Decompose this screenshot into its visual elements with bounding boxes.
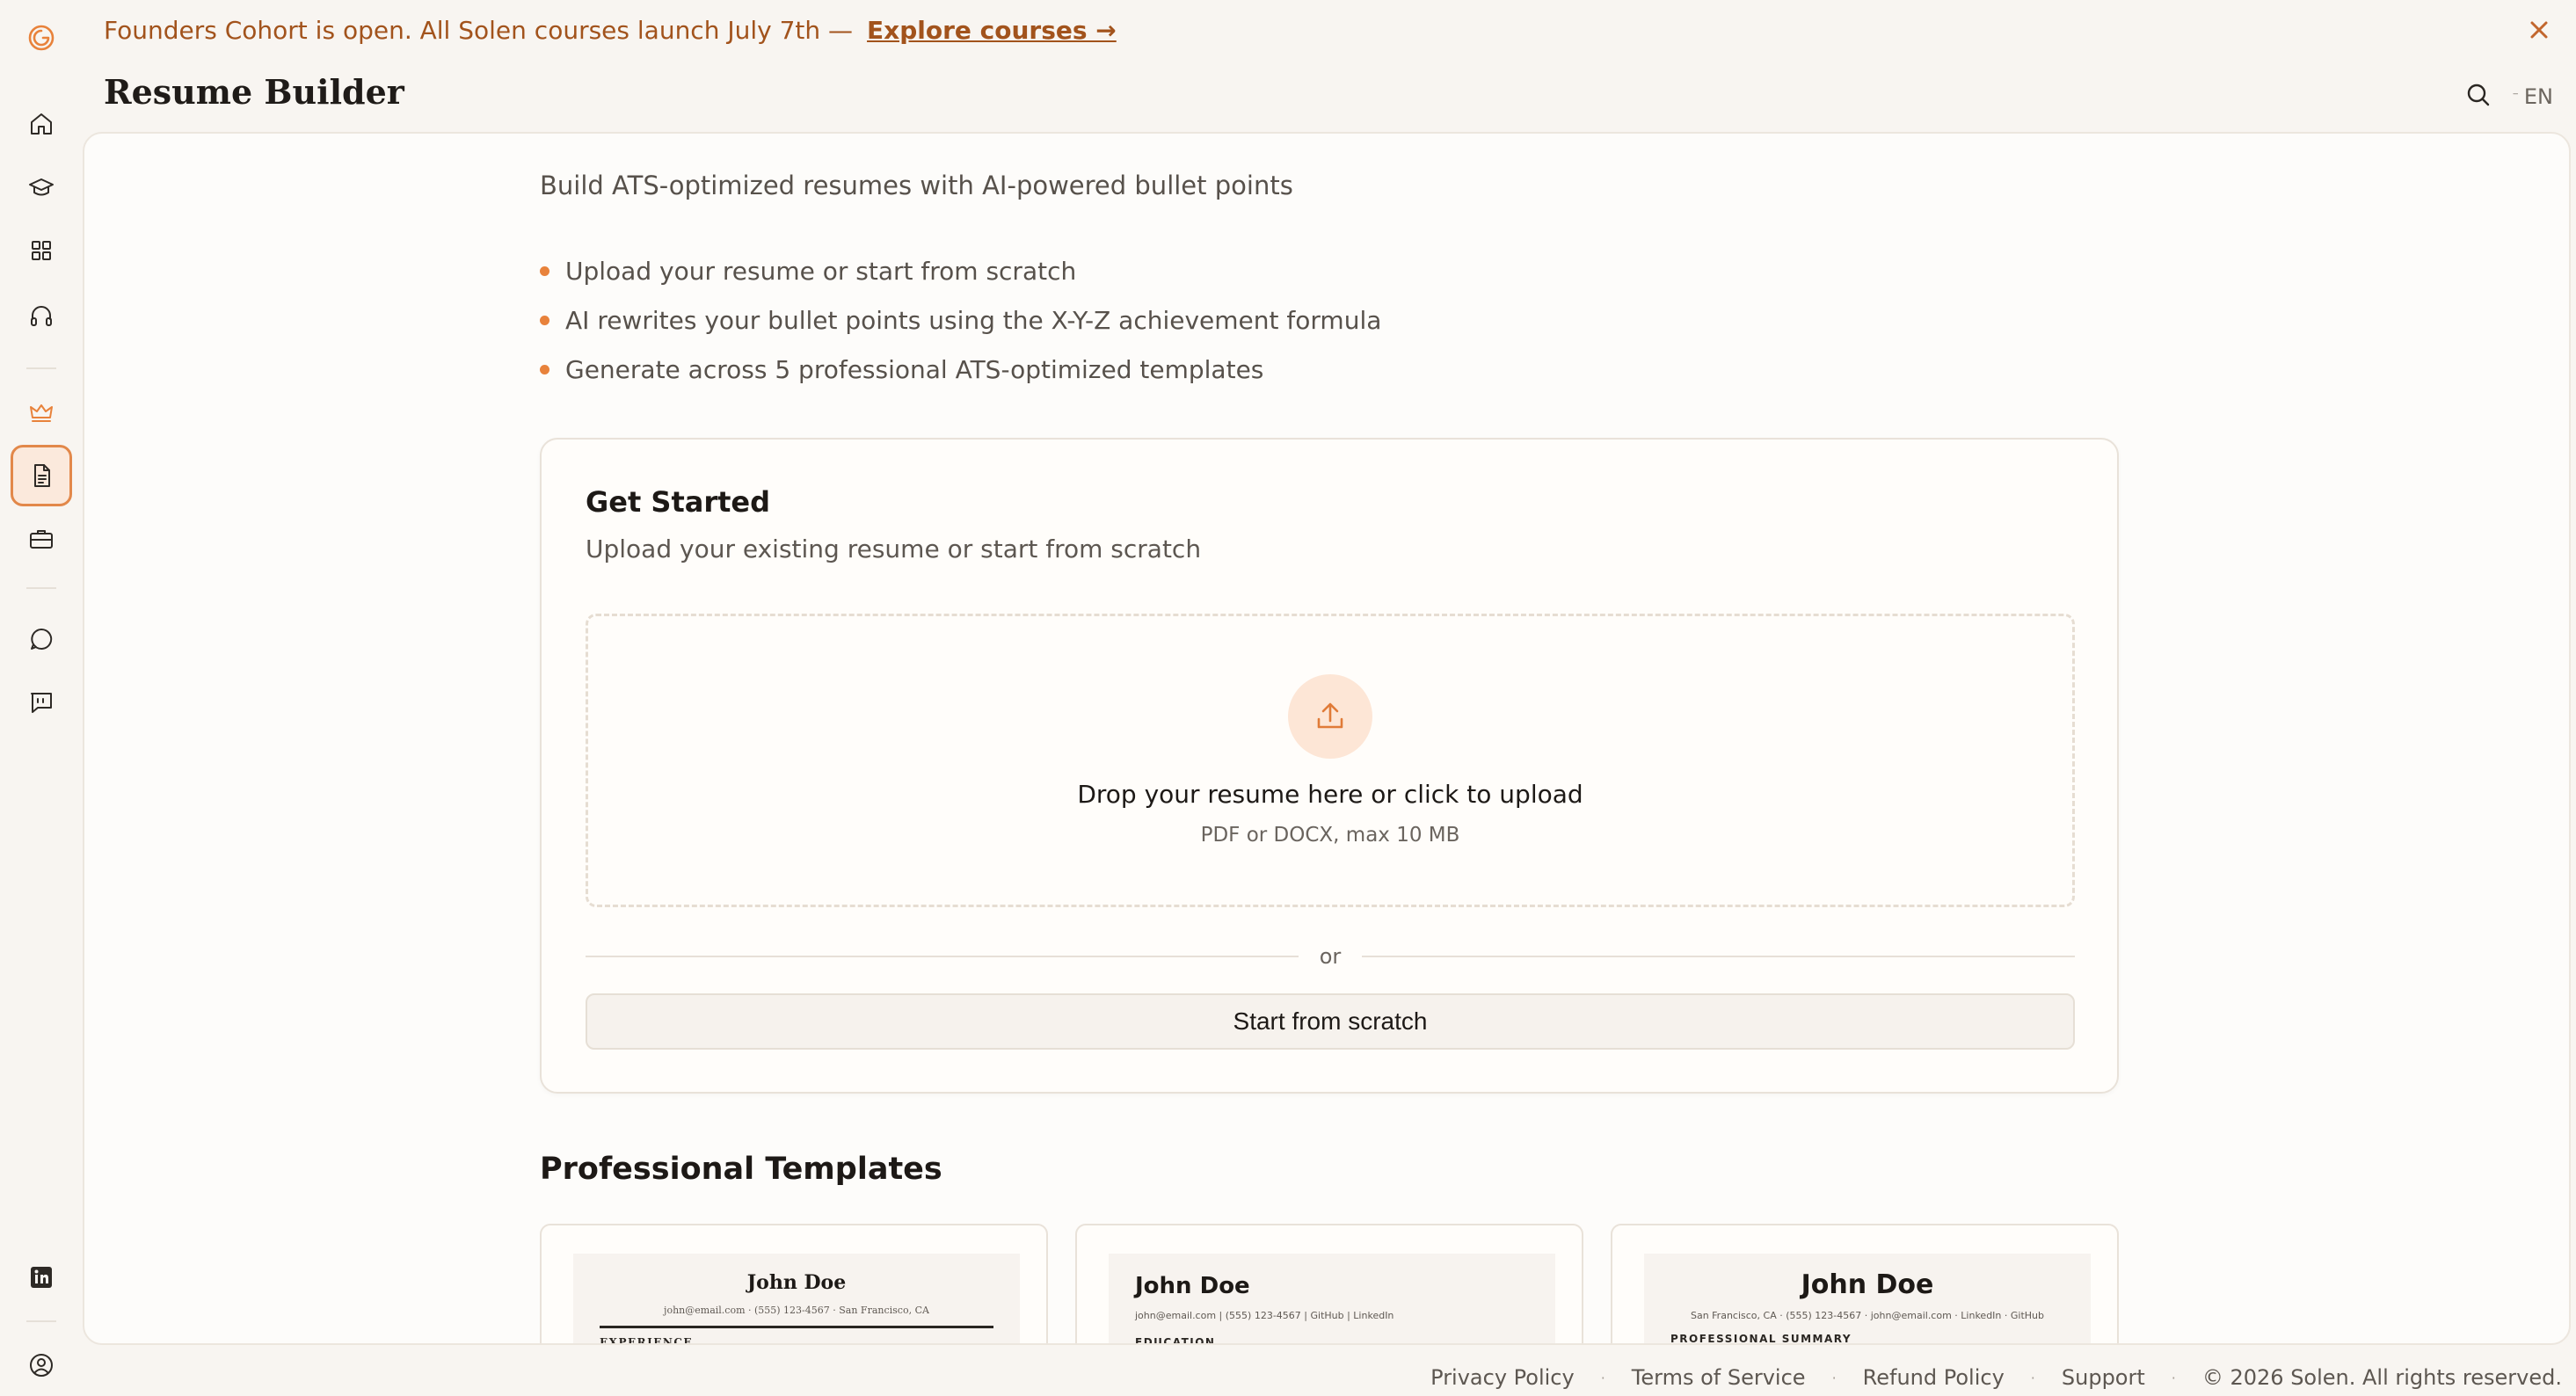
copyright: © 2026 Solen. All rights reserved. [2201,1365,2562,1390]
template-preview-section: EXPERIENCE [600,1336,694,1345]
home-icon[interactable] [11,93,72,155]
template-preview-section: PROFESSIONAL SUMMARY [1670,1333,1852,1345]
template-preview: John Doe San Francisco, CA · (555) 123-4… [1644,1254,2091,1345]
footer: Privacy Policy · Terms of Service · Refu… [1430,1364,2562,1391]
template-preview-section: EDUCATION [1135,1336,1216,1345]
template-preview-rule [600,1326,993,1328]
template-preview-contact: San Francisco, CA · (555) 123-4567 · joh… [1690,1310,2045,1321]
language-selector[interactable]: ⁻ EN [2512,84,2553,109]
search-icon [2468,84,2490,106]
sidebar-divider [26,587,56,589]
template-preview-name: John Doe [746,1271,847,1294]
get-started-subtitle: Upload your existing resume or start fro… [586,534,1202,563]
footer-separator: · [1831,1369,1837,1386]
template-card-modern[interactable]: John Doe john@email.com | (555) 123-4567… [1075,1224,1583,1345]
divider-line [1362,956,2075,957]
start-from-scratch-button[interactable]: Start from scratch [586,993,2075,1050]
dropzone-hint: PDF or DOCX, max 10 MB [1200,824,1460,847]
language-icon: ⁻ [2512,90,2519,104]
language-label: EN [2523,84,2553,109]
briefcase-icon[interactable] [11,508,72,570]
page-title: Resume Builder [104,72,404,112]
template-gallery: John Doe john@email.com · (555) 123-4567… [540,1224,2119,1345]
template-preview-contact: john@email.com | (555) 123-4567 | GitHub… [1135,1310,1394,1321]
announcement-banner: Founders Cohort is open. All Solen cours… [104,12,1117,47]
upload-icon-badge [1288,674,1372,759]
feature-item: AI rewrites your bullet points using the… [540,295,1381,345]
footer-separator: · [1600,1369,1605,1386]
resume-document-icon[interactable] [11,445,72,506]
feature-text: Generate across 5 professional ATS-optim… [565,354,1264,384]
feature-text: Upload your resume or start from scratch [565,256,1077,286]
refund-policy-link[interactable]: Refund Policy [1863,1365,2005,1390]
chat-bubble-icon[interactable] [11,608,72,670]
sidebar-divider [26,367,56,369]
templates-title: Professional Templates [540,1152,942,1187]
support-link[interactable]: Support [2062,1365,2145,1390]
main-panel: Build ATS-optimized resumes with AI-powe… [83,132,2571,1345]
bullet-dot-icon [540,315,549,325]
linkedin-icon[interactable] [11,1247,72,1308]
close-banner-button[interactable] [2521,12,2557,47]
solen-logo-icon[interactable] [11,7,72,69]
get-started-title: Get Started [586,485,771,519]
terms-of-service-link[interactable]: Terms of Service [1632,1365,1806,1390]
feature-text: AI rewrites your bullet points using the… [565,305,1382,335]
get-started-card: Get Started Upload your existing resume … [540,438,2119,1094]
template-preview: John Doe john@email.com | (555) 123-4567… [1109,1254,1555,1345]
sidebar [0,0,83,1396]
template-preview-name: John Doe [1801,1269,1934,1300]
bullet-dot-icon [540,364,549,374]
feature-list: Upload your resume or start from scratch… [540,246,1381,394]
search-button[interactable] [2464,81,2492,113]
resume-upload-dropzone[interactable]: Drop your resume here or click to upload… [586,614,2075,907]
bullet-dot-icon [540,265,549,276]
feature-item: Generate across 5 professional ATS-optim… [540,345,1381,394]
footer-separator: · [2030,1369,2035,1386]
header-tools: ⁻ EN [2464,77,2553,116]
upload-icon [1317,702,1343,729]
feature-item: Upload your resume or start from scratch [540,246,1381,295]
grid-icon[interactable] [11,220,72,281]
crown-icon[interactable] [11,382,72,443]
graduation-cap-icon[interactable] [11,156,72,218]
close-icon [2530,21,2548,39]
template-preview: John Doe john@email.com · (555) 123-4567… [573,1254,1020,1345]
template-preview-contact: john@email.com · (555) 123-4567 · San Fr… [664,1305,929,1316]
template-preview-name: John Doe [1135,1273,1250,1299]
template-card-classic[interactable]: John Doe john@email.com · (555) 123-4567… [540,1224,1048,1345]
feedback-icon[interactable] [11,672,72,733]
headphones-icon[interactable] [11,285,72,346]
page-subtitle: Build ATS-optimized resumes with AI-powe… [540,171,1293,200]
divider-line [586,956,1299,957]
or-divider: or [586,939,2075,974]
user-account-icon[interactable] [11,1334,72,1396]
footer-separator: · [2171,1369,2176,1386]
privacy-policy-link[interactable]: Privacy Policy [1430,1365,1575,1390]
template-card-professional[interactable]: John Doe San Francisco, CA · (555) 123-4… [1611,1224,2119,1345]
dropzone-title: Drop your resume here or click to upload [1077,780,1583,809]
explore-courses-link[interactable]: Explore courses → [867,16,1117,45]
sidebar-divider [26,1320,56,1322]
banner-message: Founders Cohort is open. All Solen cours… [104,15,854,45]
or-label: or [1319,944,1342,969]
